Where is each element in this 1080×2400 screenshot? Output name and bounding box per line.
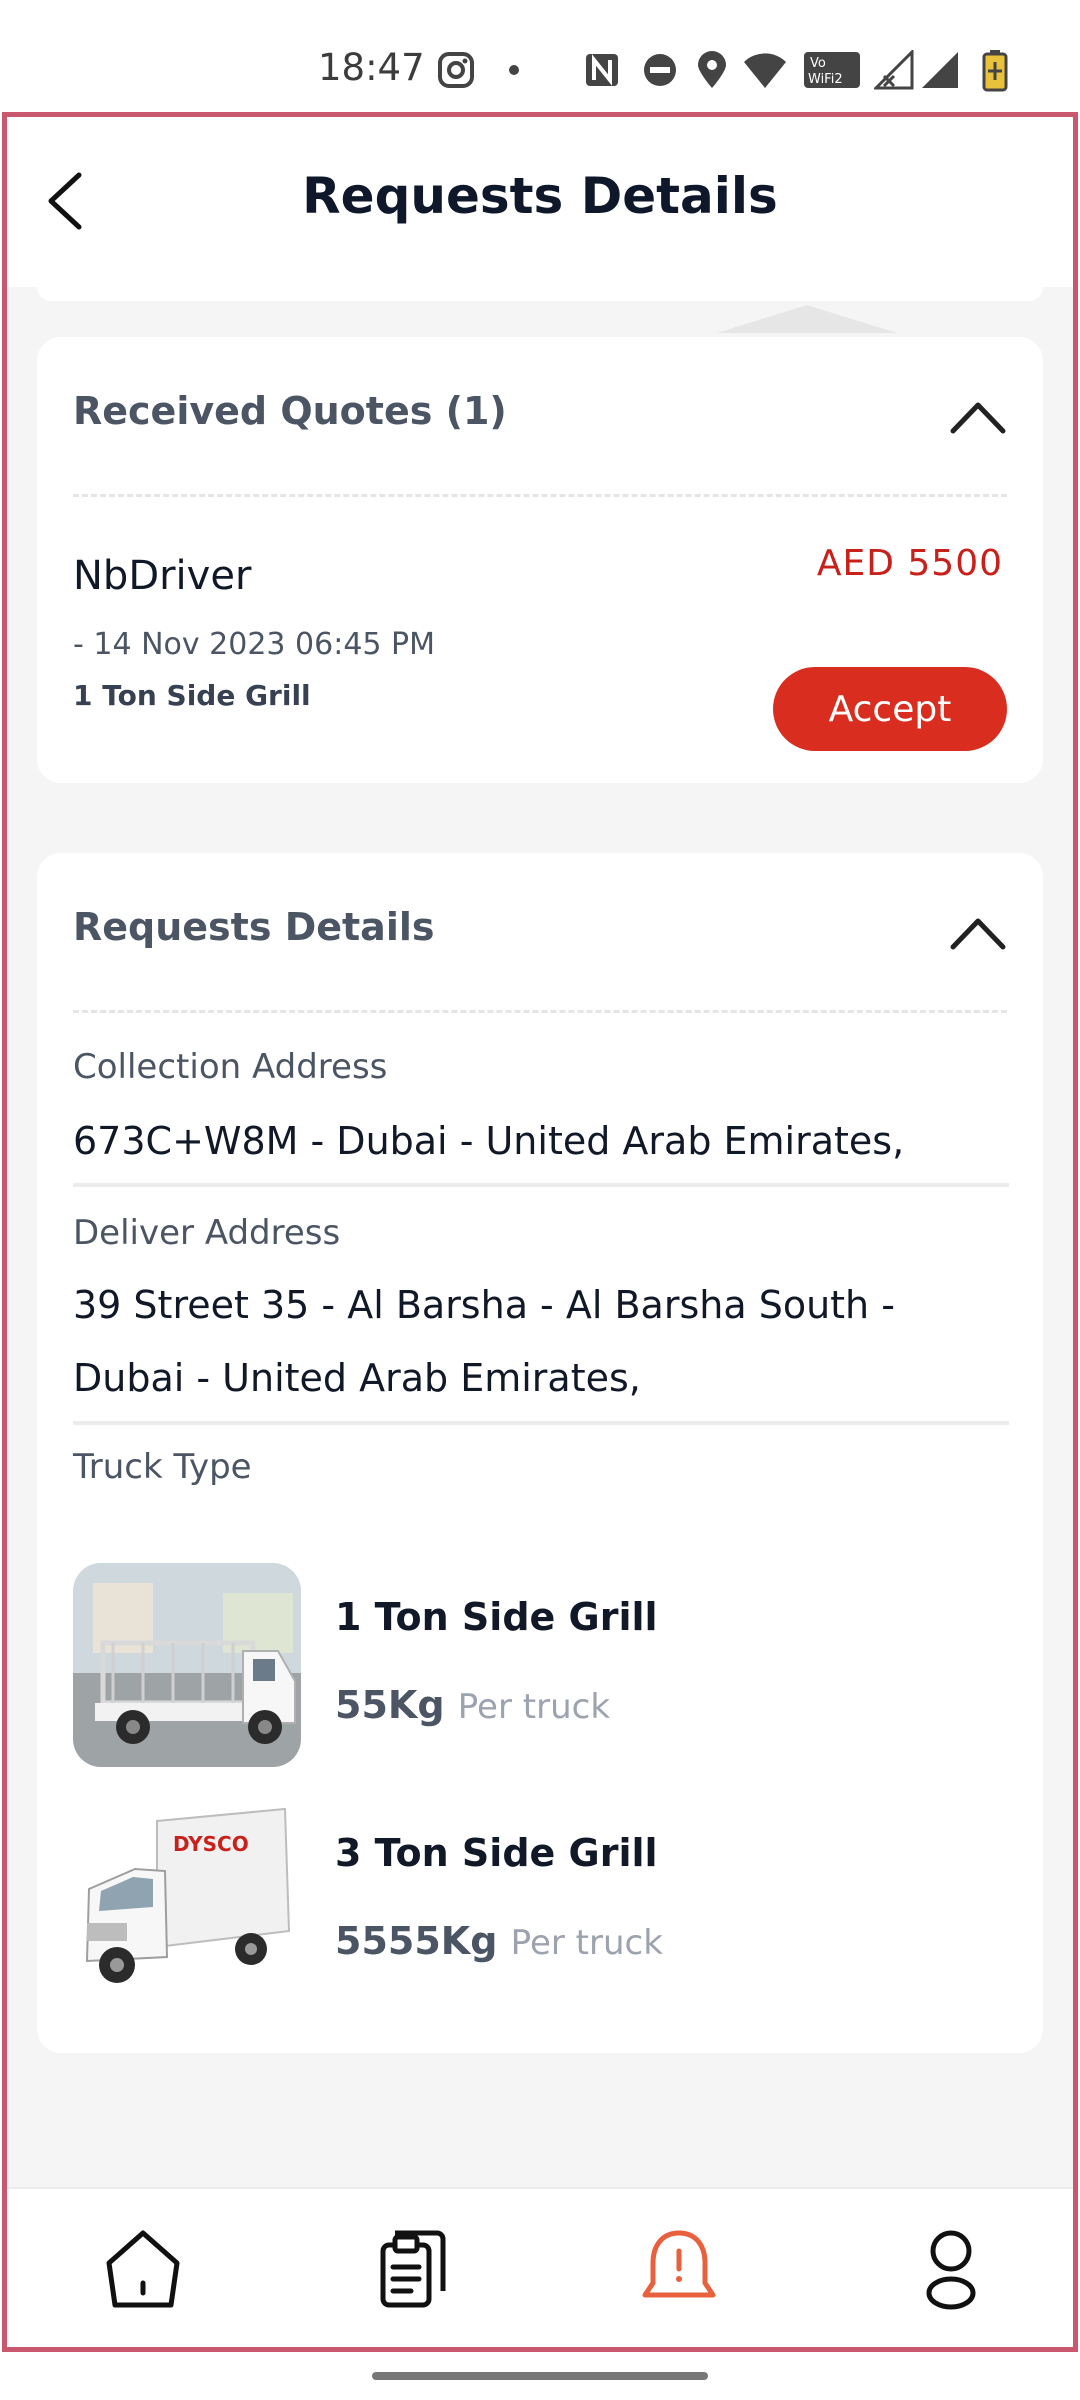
truck-image	[73, 1563, 301, 1767]
battery-icon	[982, 50, 1008, 92]
wifi-icon	[744, 53, 788, 88]
divider	[73, 1421, 1009, 1425]
signal-icon	[922, 52, 958, 88]
collection-address-value: 673C+W8M - Dubai - United Arab Emirates,	[73, 1119, 905, 1163]
driver-name: NbDriver	[73, 553, 252, 599]
svg-text:DYSCO: DYSCO	[173, 1832, 249, 1856]
home-icon[interactable]	[99, 2225, 187, 2313]
truck-capacity-unit: Per truck	[510, 1923, 663, 1963]
deliver-address-label: Deliver Address	[73, 1213, 341, 1253]
truck-name: 3 Ton Side Grill	[335, 1831, 658, 1875]
received-quotes-header[interactable]: Received Quotes (1)	[73, 337, 1007, 497]
request-details-header[interactable]: Requests Details	[73, 853, 1007, 1013]
quote-price: AED 5500	[816, 543, 1003, 584]
page-title: Requests Details	[302, 167, 778, 225]
truck-capacity: 5555Kg Per truck	[335, 1919, 663, 1963]
instagram-icon	[438, 52, 474, 88]
accept-button[interactable]: Accept	[773, 667, 1007, 751]
truck-capacity: 55Kg Per truck	[335, 1683, 610, 1727]
request-details-card: Requests Details Collection Address 673C…	[37, 853, 1043, 2053]
quote-truck-type: 1 Ton Side Grill	[73, 679, 311, 712]
do-not-disturb-icon	[644, 54, 676, 86]
nfc-icon	[586, 54, 618, 86]
notifications-icon[interactable]	[635, 2225, 723, 2313]
previous-card-tab	[717, 305, 897, 333]
status-time: 18:47	[318, 46, 425, 89]
svg-text:Vo: Vo	[810, 56, 826, 71]
orders-icon[interactable]	[365, 2225, 453, 2313]
received-quotes-card: Received Quotes (1) NbDriver AED 5500 - …	[37, 337, 1043, 783]
gesture-bar[interactable]	[372, 2372, 708, 2380]
previous-card-edge	[37, 287, 1043, 301]
truck-name: 1 Ton Side Grill	[335, 1595, 658, 1639]
header: Requests Details	[7, 117, 1073, 287]
received-quotes-title: Received Quotes (1)	[73, 389, 507, 433]
bottom-nav	[7, 2187, 1073, 2347]
profile-icon[interactable]	[907, 2225, 995, 2313]
truck-capacity-value: 55Kg	[335, 1683, 445, 1727]
quote-date: - 14 Nov 2023 06:45 PM	[73, 627, 436, 662]
app-frame: Requests Details Received Quotes (1) NbD…	[2, 112, 1078, 2352]
content-area: Received Quotes (1) NbDriver AED 5500 - …	[7, 287, 1073, 2187]
vowifi-icon: Vo WiFi2	[804, 52, 860, 88]
status-bar: 18:47 Vo WiFi2	[0, 0, 1080, 112]
request-details-title: Requests Details	[73, 905, 435, 949]
chevron-up-icon[interactable]	[949, 393, 1007, 441]
truck-image: DYSCO	[73, 1799, 301, 2003]
truck-capacity-unit: Per truck	[457, 1687, 611, 1727]
chevron-up-icon[interactable]	[949, 909, 1007, 957]
truck-capacity-value: 5555Kg	[335, 1919, 498, 1963]
truck-type-label: Truck Type	[73, 1447, 252, 1487]
divider	[73, 1183, 1009, 1187]
collection-address-label: Collection Address	[73, 1047, 388, 1087]
dot-icon	[509, 65, 519, 75]
location-icon	[698, 51, 726, 88]
signal-icon	[874, 50, 914, 90]
deliver-address-value: 39 Street 35 - Al Barsha - Al Barsha Sou…	[73, 1283, 895, 1400]
svg-text:WiFi2: WiFi2	[808, 72, 843, 87]
